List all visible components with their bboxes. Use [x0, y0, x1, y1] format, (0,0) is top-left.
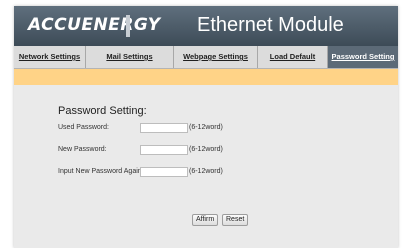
new-password-hint: (6-12word) [189, 146, 223, 153]
tab-load-default[interactable]: Load Default [258, 46, 328, 68]
confirm-password-hint: (6-12word) [189, 168, 223, 175]
tab-mail-settings[interactable]: Mail Settings [86, 46, 174, 68]
used-password-label: Used Password: [58, 124, 109, 131]
header-bar: ACCUENERGY Ethernet Module [14, 6, 398, 46]
used-password-hint: (6-12word) [189, 124, 223, 131]
status-banner [14, 69, 398, 85]
new-password-input[interactable] [140, 145, 188, 155]
module-title: Ethernet Module [197, 14, 344, 36]
affirm-button[interactable]: Affirm [192, 214, 219, 226]
brand-logo: ACCUENERGY [28, 15, 161, 35]
used-password-input[interactable] [140, 123, 188, 133]
confirm-password-label: Input New Password Again: [58, 168, 144, 175]
reset-button[interactable]: Reset [222, 214, 249, 226]
header-divider [126, 15, 130, 37]
tab-webpage-settings[interactable]: Webpage Settings [174, 46, 258, 68]
confirm-password-input[interactable] [140, 167, 188, 177]
tab-network-settings[interactable]: Network Settings [14, 46, 86, 68]
page-frame: ACCUENERGY Ethernet Module Network Setti… [14, 6, 398, 248]
new-password-label: New Password: [58, 146, 107, 153]
tab-password-setting[interactable]: Password Setting [328, 46, 398, 68]
section-title: Password Setting: [58, 105, 147, 117]
nav-tabs: Network Settings Mail Settings Webpage S… [14, 46, 398, 69]
